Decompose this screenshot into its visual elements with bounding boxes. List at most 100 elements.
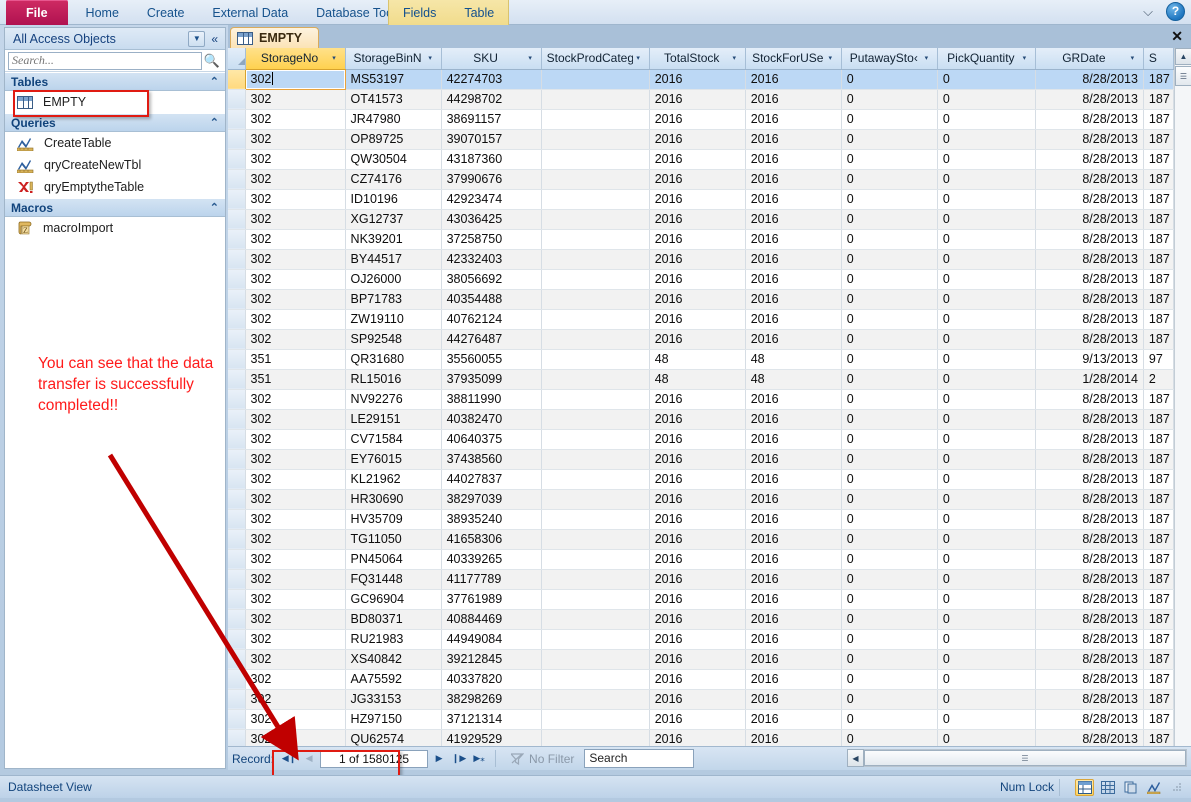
table-row[interactable]: 302 BY44517 42332403 2016 2016 0 0 8/28/2013 187 [228, 249, 1175, 270]
table-cell[interactable]: 44027837 [441, 469, 542, 490]
table-cell[interactable]: 8/28/2013 [1035, 469, 1144, 490]
tab-table[interactable]: Table [450, 0, 508, 25]
table-cell[interactable]: 351 [245, 369, 346, 390]
table-cell[interactable]: 42274703 [441, 69, 542, 90]
table-cell[interactable]: TG11050 [345, 529, 442, 550]
table-cell[interactable]: 8/28/2013 [1035, 89, 1144, 110]
table-cell[interactable]: 2016 [649, 549, 746, 570]
table-cell[interactable]: 187 [1143, 89, 1175, 110]
table-cell[interactable]: 0 [937, 689, 1036, 710]
table-cell[interactable] [541, 149, 650, 170]
table-cell[interactable]: 0 [937, 129, 1036, 150]
table-cell[interactable]: 2016 [649, 529, 746, 550]
table-cell[interactable]: CV71584 [345, 429, 442, 450]
table-cell[interactable]: 0 [937, 289, 1036, 310]
table-cell[interactable]: 9/13/2013 [1035, 349, 1144, 370]
table-cell[interactable]: 187 [1143, 289, 1175, 310]
chevron-down-icon[interactable]: ▾ [329, 54, 340, 62]
table-cell[interactable]: 8/28/2013 [1035, 289, 1144, 310]
table-cell[interactable] [541, 709, 650, 730]
row-selector[interactable] [228, 589, 246, 610]
table-cell[interactable] [541, 689, 650, 710]
table-cell[interactable]: MS53197 [345, 69, 442, 90]
horizontal-scrollbar[interactable]: ◀ ☰ [847, 749, 1187, 767]
tab-fields[interactable]: Fields [389, 0, 450, 25]
table-cell[interactable]: 0 [937, 709, 1036, 730]
table-cell[interactable]: 0 [841, 529, 938, 550]
row-selector[interactable] [228, 649, 246, 670]
table-cell[interactable]: 2016 [649, 449, 746, 470]
table-cell[interactable]: 43036425 [441, 209, 542, 230]
table-cell[interactable]: 38811990 [441, 389, 542, 410]
table-cell[interactable]: 302 [245, 489, 346, 510]
table-cell[interactable]: 0 [937, 209, 1036, 230]
table-cell[interactable]: 0 [937, 149, 1036, 170]
vertical-scrollbar[interactable]: ▲ ☰ ▼ [1174, 48, 1191, 770]
table-row[interactable]: 302 SP92548 44276487 2016 2016 0 0 8/28/2013 187 [228, 329, 1175, 350]
table-cell[interactable]: 40640375 [441, 429, 542, 450]
row-selector[interactable] [228, 369, 246, 390]
table-cell[interactable]: AA75592 [345, 669, 442, 690]
chevron-down-icon[interactable]: ▾ [1127, 54, 1138, 62]
row-selector[interactable] [228, 129, 246, 150]
table-cell[interactable]: 187 [1143, 649, 1175, 670]
table-cell[interactable]: 40337820 [441, 669, 542, 690]
table-cell[interactable]: 2016 [745, 569, 842, 590]
table-cell[interactable]: 42923474 [441, 189, 542, 210]
table-cell[interactable]: 38056692 [441, 269, 542, 290]
table-cell[interactable]: 8/28/2013 [1035, 109, 1144, 130]
table-cell[interactable]: 0 [937, 349, 1036, 370]
table-cell[interactable] [541, 669, 650, 690]
table-cell[interactable]: XG12737 [345, 209, 442, 230]
column-header-totalstock[interactable]: TotalStock ▾ [649, 48, 746, 70]
table-cell[interactable]: 2016 [745, 329, 842, 350]
tab-create[interactable]: Create [133, 0, 199, 25]
table-cell[interactable]: 302 [245, 449, 346, 470]
table-cell[interactable]: 38298269 [441, 689, 542, 710]
table-cell[interactable]: 302 [245, 269, 346, 290]
table-cell[interactable]: 48 [649, 349, 746, 370]
table-cell[interactable]: 187 [1143, 109, 1175, 130]
table-cell[interactable]: OT41573 [345, 89, 442, 110]
help-icon[interactable]: ? [1166, 2, 1185, 21]
table-cell[interactable]: 0 [937, 549, 1036, 570]
table-row[interactable]: 302 GC96904 37761989 2016 2016 0 0 8/28/2013 187 [228, 589, 1175, 610]
table-cell[interactable]: 2016 [745, 489, 842, 510]
table-cell[interactable]: 187 [1143, 169, 1175, 190]
table-cell[interactable]: 0 [937, 449, 1036, 470]
table-cell[interactable]: 2016 [745, 189, 842, 210]
sidebar-item-macroimport[interactable]: Z macroImport [5, 217, 225, 239]
row-selector[interactable] [228, 149, 246, 170]
next-record-button[interactable]: ▶ [430, 750, 448, 768]
table-row[interactable]: 302 NV92276 38811990 2016 2016 0 0 8/28/2013 187 [228, 389, 1175, 410]
new-record-button[interactable]: ▶⁎ [470, 750, 488, 768]
row-selector[interactable] [228, 349, 246, 370]
table-cell[interactable]: 2016 [649, 709, 746, 730]
table-row[interactable]: 302 OT41573 44298702 2016 2016 0 0 8/28/2013 187 [228, 89, 1175, 110]
table-cell[interactable]: 0 [937, 569, 1036, 590]
table-cell[interactable]: 187 [1143, 449, 1175, 470]
column-header-stockforuse[interactable]: StockForUSe ▾ [745, 48, 842, 70]
table-cell[interactable]: 0 [841, 549, 938, 570]
table-cell[interactable] [541, 369, 650, 390]
table-cell[interactable]: 0 [841, 169, 938, 190]
column-header-putawaysto-[interactable]: PutawaySto‹ ▾ [841, 48, 938, 70]
table-cell[interactable]: 8/28/2013 [1035, 169, 1144, 190]
table-cell[interactable]: 2016 [745, 469, 842, 490]
table-cell[interactable] [541, 109, 650, 130]
table-cell[interactable]: 8/28/2013 [1035, 149, 1144, 170]
table-cell[interactable]: 8/28/2013 [1035, 389, 1144, 410]
column-header-sc-[interactable]: SC‹ [1143, 48, 1175, 70]
table-row[interactable]: 302 RU21983 44949084 2016 2016 0 0 8/28/2013 187 [228, 629, 1175, 650]
table-cell[interactable]: 0 [841, 669, 938, 690]
table-cell[interactable]: 0 [937, 629, 1036, 650]
chevron-down-icon[interactable]: ▼ [188, 30, 206, 47]
table-cell[interactable]: 2016 [649, 509, 746, 530]
table-cell[interactable]: 38691157 [441, 109, 542, 130]
table-cell[interactable]: 2016 [649, 249, 746, 270]
table-cell[interactable]: 2016 [745, 69, 842, 90]
table-cell[interactable] [541, 409, 650, 430]
table-cell[interactable] [541, 329, 650, 350]
table-cell[interactable]: 37258750 [441, 229, 542, 250]
table-row[interactable]: 302 BP71783 40354488 2016 2016 0 0 8/28/2013 187 [228, 289, 1175, 310]
